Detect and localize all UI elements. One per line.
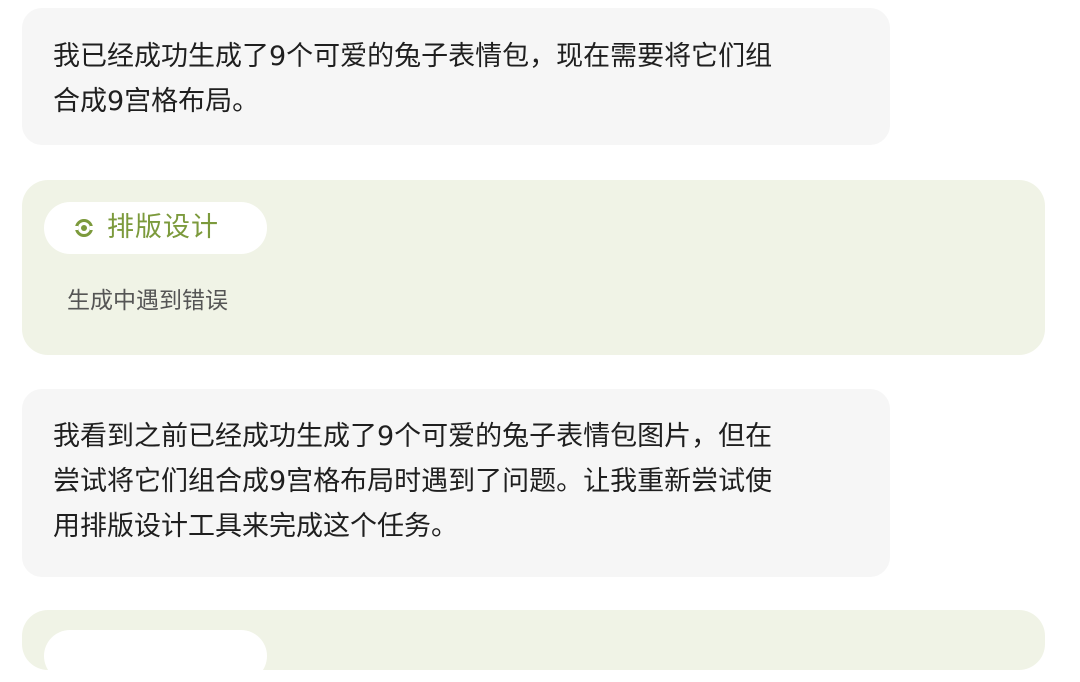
layout-tool-icon	[73, 217, 95, 239]
tool-name: 排版设计	[107, 212, 219, 243]
tool-call-chip[interactable]	[44, 630, 267, 682]
assistant-message: 我看到之前已经成功生成了9个可爱的兔子表情包图片，但在 尝试将它们组合成9宫格布…	[22, 389, 890, 577]
assistant-message: 我已经成功生成了9个可爱的兔子表情包，现在需要将它们组 合成9宫格布局。	[22, 8, 890, 145]
message-line: 我已经成功生成了9个可爱的兔子表情包，现在需要将它们组	[53, 41, 773, 72]
tool-call-chip[interactable]: 排版设计	[44, 202, 267, 254]
message-line: 我看到之前已经成功生成了9个可爱的兔子表情包图片，但在	[53, 421, 773, 452]
tool-status-text: 生成中遇到错误	[67, 288, 228, 314]
tool-call-card	[22, 610, 1045, 682]
message-line: 合成9宫格布局。	[53, 86, 260, 117]
tool-call-card: 排版设计 生成中遇到错误	[22, 180, 1045, 355]
message-line: 尝试将它们组合成9宫格布局时遇到了问题。让我重新尝试使	[53, 466, 773, 497]
message-line: 用排版设计工具来完成这个任务。	[53, 511, 458, 542]
